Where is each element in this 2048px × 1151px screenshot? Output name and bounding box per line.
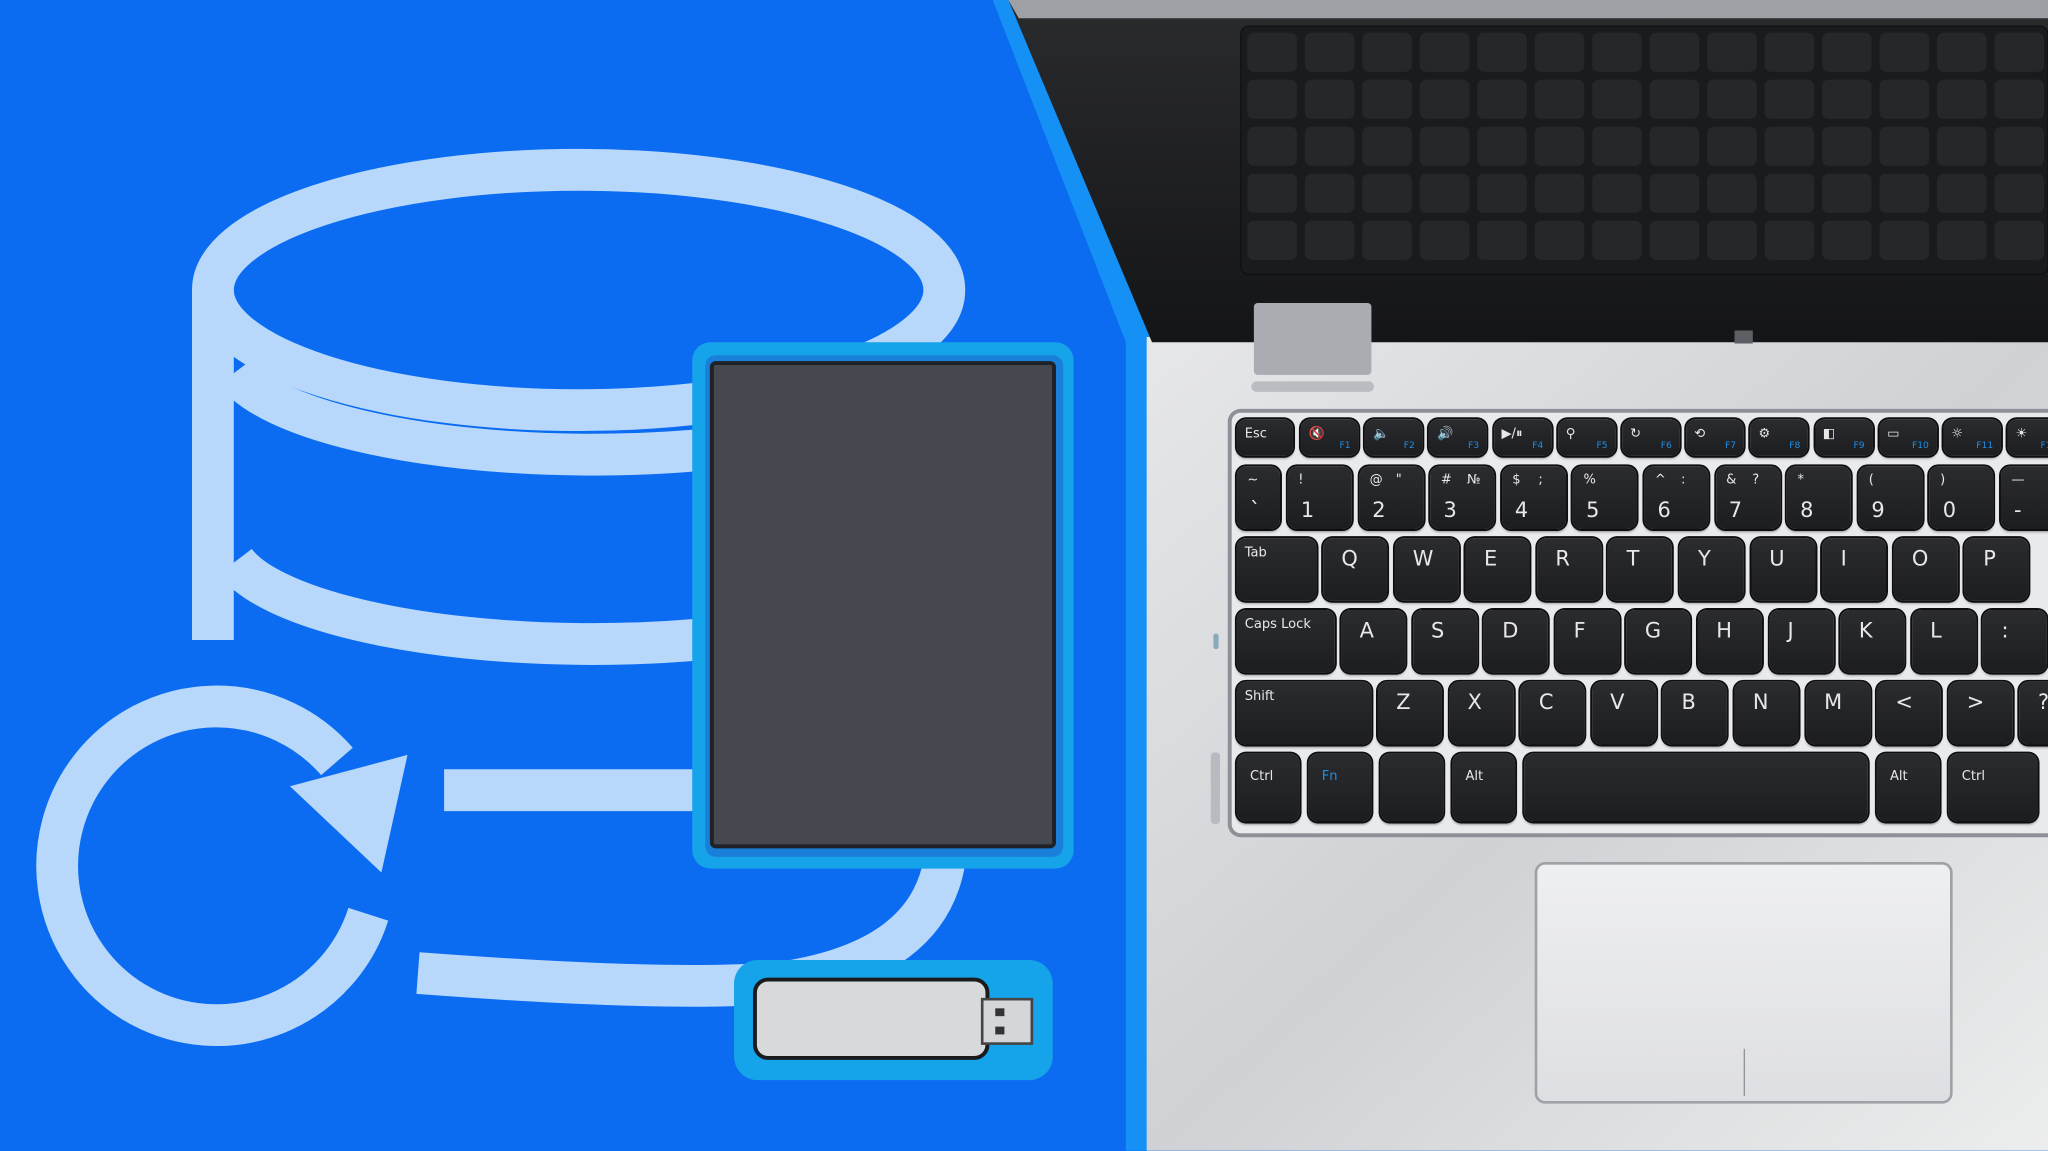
external-hard-drive: [709, 361, 1056, 849]
usb-connector: [980, 997, 1034, 1045]
usb-flash-drive: [752, 977, 990, 1060]
usb-pin: [995, 1008, 1005, 1017]
usb-pin: [995, 1026, 1005, 1035]
graphic-layer: [36, 148, 1074, 1081]
illustration: Esc 🔇 F1 🔈 F2 🔊 F3 ▶/⏸ F4 ⚲ F5 ↻ F6 ⟲ F7 ⚙ F8 ◧ F9 ▭ F10 ☼ F11…: [0, 0, 2048, 1151]
refresh-icon: [36, 685, 389, 1047]
refresh-arrowhead-icon: [289, 754, 408, 873]
